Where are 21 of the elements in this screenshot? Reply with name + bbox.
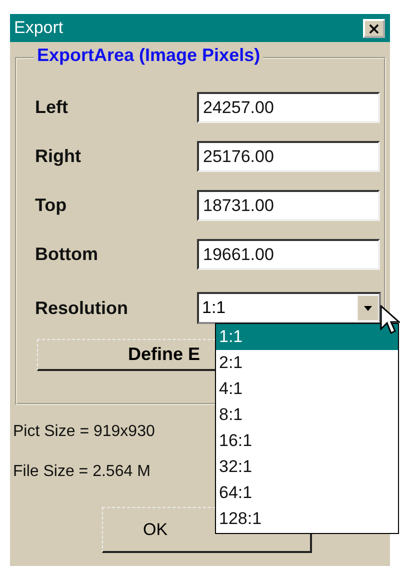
dropdown-option[interactable]: 1:1 [216,324,398,350]
input-field[interactable]: 25176.00 [197,141,380,172]
dropdown-option[interactable]: 16:1 [216,428,398,454]
dropdown-option[interactable]: 32:1 [216,454,398,480]
dropdown-option[interactable]: 64:1 [216,480,398,506]
field-label: Right [35,146,82,167]
close-button[interactable]: × [363,18,385,38]
field-label: Resolution [35,298,129,318]
info-text: Pict Size = 919x930 [13,423,155,442]
group-title: ExportArea (Image Pixels) [34,45,264,66]
field-label: Bottom [35,244,99,265]
info-text: File Size = 2.564 M [13,463,150,482]
field-label: Top [35,195,68,216]
input-field[interactable]: 24257.00 [197,92,380,123]
field-label: Left [35,97,69,118]
input-field[interactable]: 19661.00 [197,239,380,270]
dropdown-option[interactable]: 8:1 [216,402,398,428]
input-field[interactable]: 18731.00 [197,190,380,221]
window-title: Export [14,18,64,38]
dropdown-option[interactable]: 4:1 [216,376,398,402]
resolution-dropdown[interactable]: 1:1 [197,292,381,324]
